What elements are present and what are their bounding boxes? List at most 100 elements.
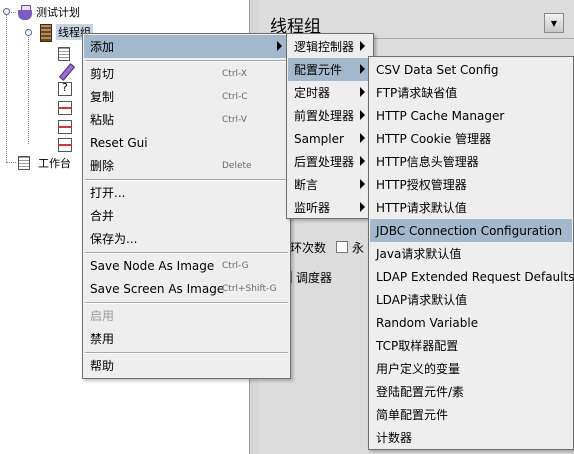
submenu-arrow-icon [360,156,365,166]
menu-item-delete[interactable]: 删除 Delete [84,154,289,177]
menu-item-cut[interactable]: 剪切 Ctrl-X [84,62,289,85]
panel-divider [369,38,574,39]
config-item-http-cookie-manager[interactable]: HTTP Cookie 管理器 [370,127,572,150]
workbench-label: 工作台 [38,157,71,170]
config-item-user-defined-variables[interactable]: 用户定义的变量 [370,357,572,380]
submenu-item-config-element[interactable]: 配置元件 [288,58,372,81]
tree-node-test-plan[interactable]: 测试计划 [18,3,80,21]
config-item-ldap-request-defaults[interactable]: LDAP请求默认值 [370,288,572,311]
panel-dropdown-button[interactable]: ▼ [544,13,564,33]
menu-item-paste[interactable]: 粘贴 Ctrl-V [84,108,289,131]
menu-item-label: LDAP Extended Request Defaults [376,269,574,284]
shortcut-label: Ctrl-G [222,260,249,271]
thread-group-icon [38,24,52,42]
menu-item-label: 前置处理器 [294,109,355,123]
menu-item-label: Java请求默认值 [376,247,462,261]
menu-item-label: 合并 [90,209,115,223]
menu-item-label: 断言 [294,178,319,192]
config-item-jdbc-connection[interactable]: JDBC Connection Configuration [370,219,572,242]
menu-item-label: 配置元件 [294,63,343,77]
menu-item-label: 删除 [90,159,115,173]
test-plan-label: 测试计划 [36,6,80,19]
menu-item-save-screen-image[interactable]: Save Screen As Image Ctrl+Shift-G [84,277,289,300]
submenu-arrow-icon [277,41,282,51]
scheduler-label: 调度器 [296,271,333,285]
submenu-item-assertion[interactable]: 断言 [288,173,372,196]
tree-node-child-3[interactable] [58,80,72,98]
tree-node-child-2[interactable] [58,62,72,80]
submenu-item-listener[interactable]: 监听器 [288,196,372,219]
forever-label: 永 [352,241,365,255]
menu-item-add[interactable]: 添加 [84,35,289,58]
submenu-item-timer[interactable]: 定时器 [288,81,372,104]
submenu-item-sampler[interactable]: Sampler [288,127,372,150]
menu-item-label: 添加 [90,40,115,54]
config-item-tcp-sampler-config[interactable]: TCP取样器配置 [370,334,572,357]
forever-checkbox[interactable] [336,241,348,253]
config-item-http-header-manager[interactable]: HTTP信息头管理器 [370,150,572,173]
config-item-http-cache-manager[interactable]: HTTP Cache Manager [370,104,572,127]
menu-item-label: 打开... [90,186,126,200]
config-item-random-variable[interactable]: Random Variable [370,311,572,334]
loop-count-label: 环次数 [290,241,327,255]
tree-node-child-5[interactable] [58,118,72,136]
menu-item-label: Reset Gui [90,135,148,150]
shortcut-label: Ctrl-X [222,68,247,79]
submenu-item-logic-controller[interactable]: 逻辑控制器 [288,35,372,58]
menu-item-label: 逻辑控制器 [294,40,355,54]
menu-item-disable[interactable]: 禁用 [84,327,289,350]
tree-toggle-plan[interactable] [3,8,10,15]
submenu-arrow-icon [360,179,365,189]
menu-item-label: 剪切 [90,67,115,81]
menu-item-label: LDAP请求默认值 [376,293,468,307]
context-menu: 添加 剪切 Ctrl-X 复制 Ctrl-C 粘贴 Ctrl-V Reset G… [82,33,291,379]
config-item-counter[interactable]: 计数器 [370,426,572,449]
menu-item-label: 登陆配置元件/素 [376,385,465,399]
tree-node-child-6[interactable] [58,136,72,154]
config-item-login-config[interactable]: 登陆配置元件/素 [370,380,572,403]
submenu-arrow-icon [360,87,365,97]
listener-icon [58,101,72,115]
menu-item-label: HTTP请求默认值 [376,201,467,215]
submenu-item-post-processor[interactable]: 后置处理器 [288,150,372,173]
menu-item-label: Save Screen As Image [90,281,225,296]
shortcut-label: Ctrl-C [222,91,248,102]
tree-node-child-1[interactable] [58,45,70,63]
config-item-http-auth-manager[interactable]: HTTP授权管理器 [370,173,572,196]
listener-icon [58,120,72,134]
menu-item-label: Random Variable [376,315,479,330]
menu-item-label: 复制 [90,90,115,104]
menu-item-save-node-image[interactable]: Save Node As Image Ctrl-G [84,254,289,277]
controller-icon [58,47,70,61]
workbench-icon [18,156,30,170]
config-item-ftp-defaults[interactable]: FTP请求缺省值 [370,81,572,104]
tree-node-child-4[interactable] [58,99,72,117]
menu-item-label: 保存为... [90,232,138,246]
submenu-item-pre-processor[interactable]: 前置处理器 [288,104,372,127]
menu-item-label: CSV Data Set Config [376,62,499,77]
menu-item-reset-gui[interactable]: Reset Gui [84,131,289,154]
submenu-arrow-icon [360,133,365,143]
submenu-arrow-icon [360,64,365,74]
shortcut-label: Delete [222,160,252,171]
menu-item-copy[interactable]: 复制 Ctrl-C [84,85,289,108]
tree-node-workbench[interactable]: 工作台 [18,154,71,172]
menu-item-label: FTP请求缺省值 [376,86,458,100]
sampler-icon [58,64,72,78]
menu-item-merge[interactable]: 合并 [84,204,289,227]
menu-item-label: 用户定义的变量 [376,362,461,376]
tree-toggle-thread-group[interactable] [25,29,32,36]
menu-item-save-as[interactable]: 保存为... [84,227,289,250]
config-item-simple-config[interactable]: 简单配置元件 [370,403,572,426]
menu-item-label: 后置处理器 [294,155,355,169]
config-item-http-request-defaults[interactable]: HTTP请求默认值 [370,196,572,219]
chevron-down-icon: ▼ [550,18,558,28]
config-item-java-request-defaults[interactable]: Java请求默认值 [370,242,572,265]
menu-item-help[interactable]: 帮助 [84,354,289,377]
add-submenu: 逻辑控制器 配置元件 定时器 前置处理器 Sampler 后置处理器 断言 监听… [286,33,374,219]
config-item-csv-data-set[interactable]: CSV Data Set Config [370,58,572,81]
menu-item-open[interactable]: 打开... [84,181,289,204]
menu-item-label: 监听器 [294,201,331,215]
config-item-ldap-extended-defaults[interactable]: LDAP Extended Request Defaults [370,265,574,288]
menu-item-label: HTTP授权管理器 [376,178,467,192]
